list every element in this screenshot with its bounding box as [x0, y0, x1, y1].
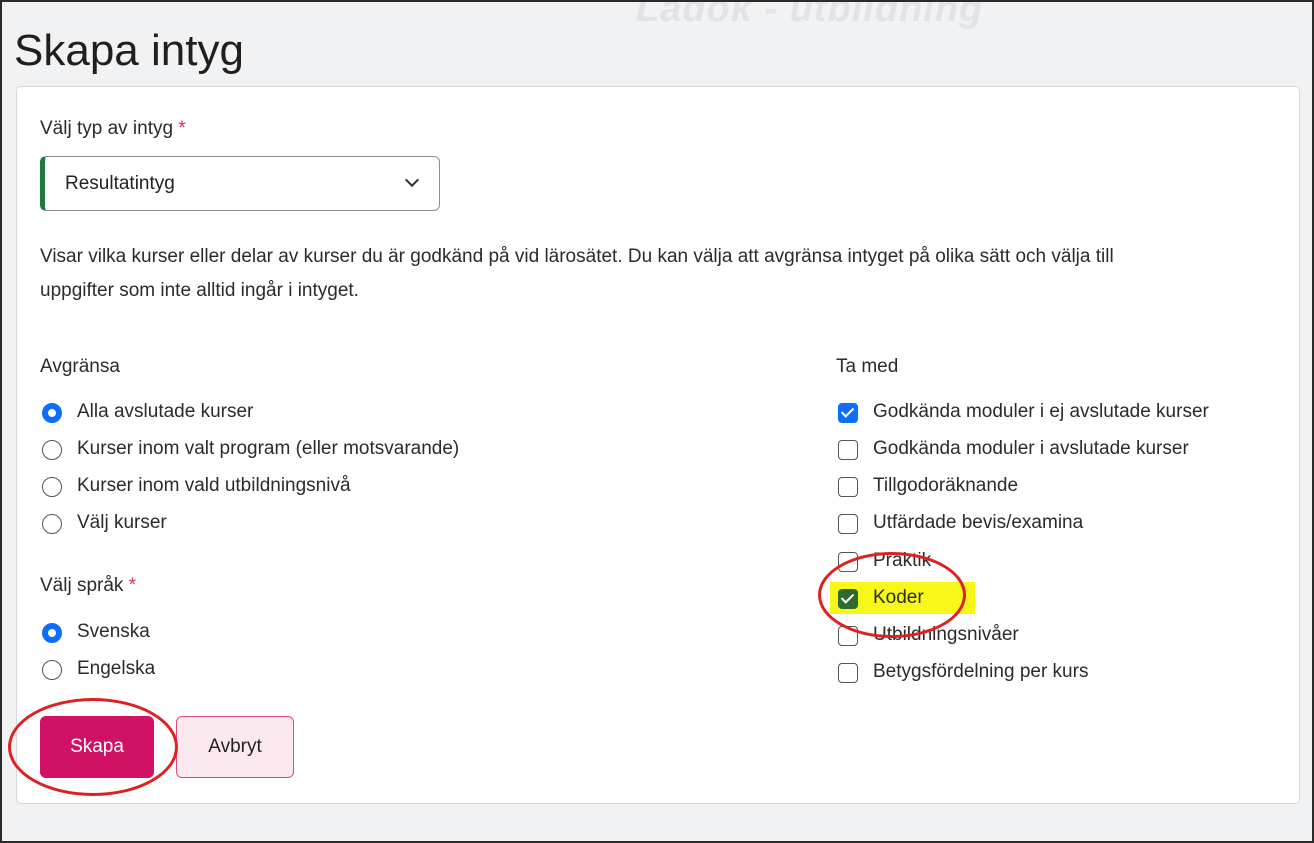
radio-svenska[interactable]: Svenska	[42, 620, 222, 646]
include-label: Ta med	[836, 356, 899, 377]
type-label: Välj typ av intyg *	[40, 118, 186, 139]
radio-alla-avslutade-kurser[interactable]: Alla avslutade kurser	[42, 400, 342, 426]
checkbox-praktik[interactable]: Praktik	[838, 549, 998, 575]
radio-engelska[interactable]: Engelska	[42, 657, 222, 683]
certificate-description: Visar vilka kurser eller delar av kurser…	[40, 246, 1114, 301]
limit-label: Avgränsa	[40, 356, 120, 377]
checkbox-icon	[838, 514, 858, 534]
checkbox-godkanda-moduler-ej-avslutade[interactable]: Godkända moduler i ej avslutade kurser	[838, 400, 1288, 426]
radio-icon	[42, 514, 62, 534]
checkbox-icon	[838, 552, 858, 572]
chevron-down-icon	[404, 172, 420, 188]
radio-icon	[42, 477, 62, 497]
checkbox-godkanda-moduler-avslutade[interactable]: Godkända moduler i avslutade kurser	[838, 437, 1268, 463]
checkbox-icon	[838, 626, 858, 646]
checkbox-icon	[838, 477, 858, 497]
cancel-button[interactable]: Avbryt	[176, 716, 294, 778]
radio-valj-kurser[interactable]: Välj kurser	[42, 511, 242, 537]
radio-kurser-inom-valt-program[interactable]: Kurser inom valt program (eller motsvara…	[42, 437, 562, 463]
radio-selected-icon	[42, 403, 62, 423]
checkbox-checked-icon	[838, 589, 858, 609]
radio-selected-icon	[42, 623, 62, 643]
create-button[interactable]: Skapa	[40, 716, 154, 778]
radio-kurser-inom-vald-utbildningsniva[interactable]: Kurser inom vald utbildningsnivå	[42, 474, 462, 500]
checkbox-koder[interactable]: Koder	[838, 586, 978, 612]
radio-icon	[42, 660, 62, 680]
checkbox-icon	[838, 663, 858, 683]
app-watermark: Ladok - utbildning	[636, 0, 984, 30]
checkbox-checked-icon	[838, 403, 858, 423]
checkbox-icon	[838, 440, 858, 460]
required-mark: *	[128, 575, 137, 596]
checkbox-utbildningsnivaer[interactable]: Utbildningsnivåer	[838, 623, 1098, 649]
page-title: Skapa intyg	[14, 26, 244, 75]
select-value: Resultatintyg	[65, 173, 175, 194]
language-label: Välj språk *	[40, 575, 137, 596]
radio-icon	[42, 440, 62, 460]
checkbox-utfardade-bevis[interactable]: Utfärdade bevis/examina	[838, 511, 1138, 537]
checkbox-tillgodoraknande[interactable]: Tillgodoräknande	[838, 474, 1098, 500]
required-mark: *	[178, 118, 186, 139]
checkbox-betygsfordelning-per-kurs[interactable]: Betygsfördelning per kurs	[838, 660, 1158, 686]
certificate-type-select[interactable]: Resultatintyg	[40, 156, 440, 211]
